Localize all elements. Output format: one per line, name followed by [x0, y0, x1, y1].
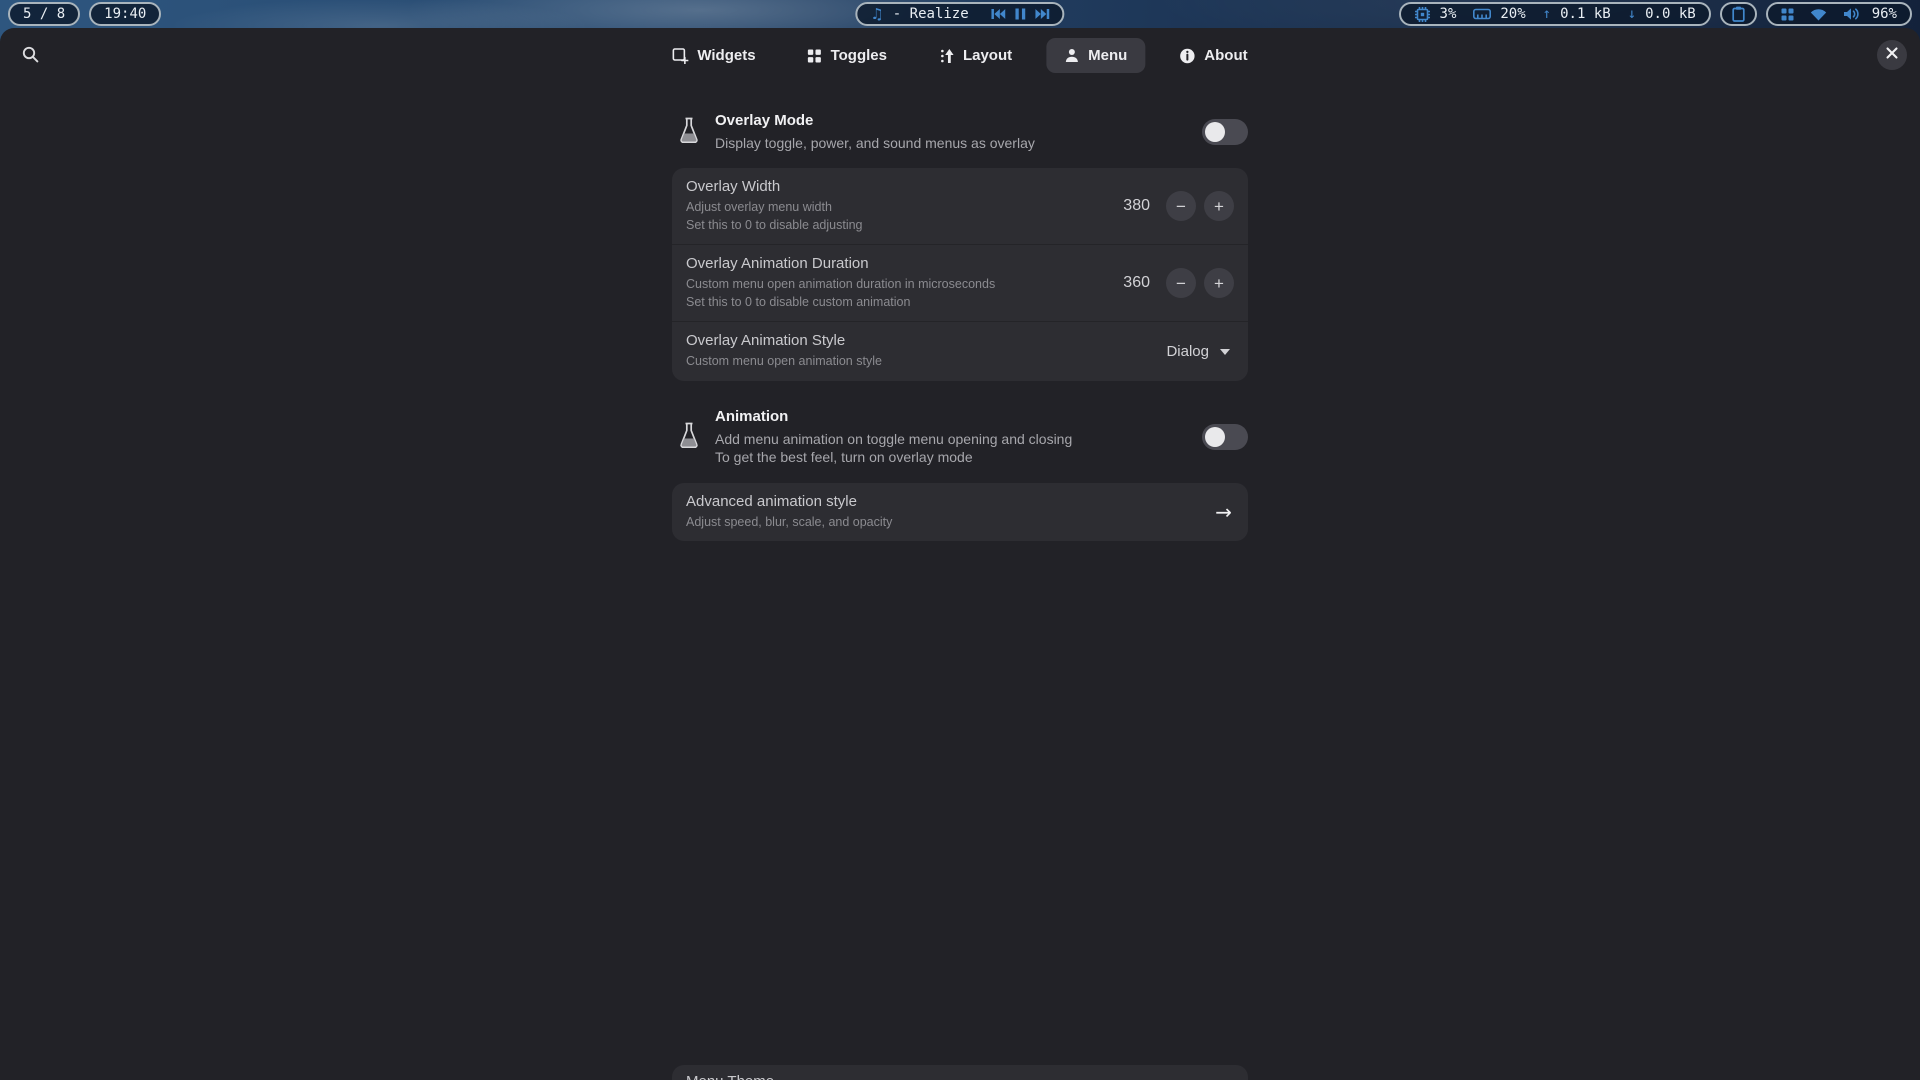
- menu-settings-page: Overlay Mode Display toggle, power, and …: [672, 112, 1248, 541]
- media-title: - Realize: [893, 6, 969, 22]
- overlay-width-title: Overlay Width: [686, 178, 1123, 195]
- overlay-style-dropdown[interactable]: Dialog: [1166, 343, 1234, 360]
- advanced-subtitle: Adjust speed, blur, scale, and opacity: [686, 514, 1215, 532]
- net-up-icon: ↑: [1543, 6, 1551, 22]
- tab-label: Layout: [963, 47, 1012, 64]
- top-bar: 5 / 8 19:40 ♫ - Realize: [0, 0, 1920, 28]
- settings-window: Widgets Toggles Layout Menu: [0, 28, 1920, 1080]
- net-down-icon: ↓: [1628, 6, 1636, 22]
- overlay-mode-subtitle: Display toggle, power, and sound menus a…: [715, 134, 1187, 152]
- overlay-width-decrement-button[interactable]: −: [1166, 191, 1196, 221]
- tab-widgets[interactable]: Widgets: [654, 38, 773, 73]
- media-previous-icon[interactable]: [992, 8, 1006, 20]
- advanced-animation-card: Advanced animation style Adjust speed, b…: [672, 483, 1248, 542]
- system-stats-widget[interactable]: 3% 20% ↑ 0.1 kB ↓ 0.0 kB: [1399, 2, 1711, 26]
- tab-label: About: [1204, 47, 1247, 64]
- advanced-animation-row[interactable]: Advanced animation style Adjust speed, b…: [672, 483, 1248, 542]
- info-icon: [1179, 48, 1195, 64]
- tab-menu[interactable]: Menu: [1046, 38, 1145, 73]
- search-button[interactable]: [17, 44, 43, 70]
- clipboard-icon: [1732, 6, 1745, 22]
- tab-label: Menu: [1088, 47, 1127, 64]
- search-icon: [22, 46, 39, 68]
- clock[interactable]: 19:40: [89, 2, 161, 26]
- overlay-duration-sub2: Set this to 0 to disable custom animatio…: [686, 294, 1123, 312]
- overlay-duration-title: Overlay Animation Duration: [686, 255, 1123, 272]
- tab-layout[interactable]: Layout: [921, 38, 1030, 73]
- memory-value: 20%: [1500, 6, 1525, 22]
- advanced-title: Advanced animation style: [686, 493, 1215, 510]
- person-icon: [1064, 48, 1079, 63]
- workspace-label: 5 / 8: [23, 6, 65, 22]
- animation-title: Animation: [715, 408, 1187, 425]
- system-tray[interactable]: 96%: [1766, 2, 1912, 26]
- overlay-animation-style-row: Overlay Animation Style Custom menu open…: [672, 322, 1248, 381]
- flask-icon: [678, 115, 700, 150]
- overlay-width-increment-button[interactable]: +: [1204, 191, 1234, 221]
- overlay-width-sub2: Set this to 0 to disable adjusting: [686, 217, 1123, 235]
- overlay-duration-increment-button[interactable]: +: [1204, 268, 1234, 298]
- battery-value: 96%: [1872, 6, 1897, 22]
- toggle-knob: [1205, 122, 1225, 142]
- tab-about[interactable]: About: [1161, 38, 1265, 73]
- window-header: Widgets Toggles Layout Menu: [0, 28, 1920, 90]
- wifi-icon[interactable]: [1810, 8, 1827, 21]
- tab-bar: Widgets Toggles Layout Menu: [654, 38, 1265, 73]
- overlay-duration-sub1: Custom menu open animation duration in m…: [686, 276, 1123, 294]
- clock-label: 19:40: [104, 6, 146, 22]
- close-icon: [1886, 46, 1898, 64]
- overlay-mode-title: Overlay Mode: [715, 112, 1187, 129]
- flask-icon: [678, 420, 700, 455]
- overlay-duration-decrement-button[interactable]: −: [1166, 268, 1196, 298]
- animation-line1: Add menu animation on toggle menu openin…: [715, 430, 1187, 448]
- animation-row: Animation Add menu animation on toggle m…: [672, 408, 1248, 467]
- close-button[interactable]: [1877, 40, 1907, 70]
- tab-label: Toggles: [831, 47, 887, 64]
- overlay-options-card: Overlay Width Adjust overlay menu width …: [672, 168, 1248, 381]
- workspace-indicator[interactable]: 5 / 8: [8, 2, 80, 26]
- apps-grid-icon[interactable]: [1781, 8, 1794, 21]
- overlay-duration-value: 360: [1123, 274, 1150, 292]
- animation-toggle[interactable]: [1202, 424, 1248, 450]
- tab-label: Widgets: [697, 47, 755, 64]
- animation-line2: To get the best feel, turn on overlay mo…: [715, 448, 1187, 466]
- media-player-widget[interactable]: ♫ - Realize: [855, 2, 1064, 26]
- memory-icon: [1473, 8, 1491, 20]
- net-down-value: 0.0 kB: [1645, 6, 1696, 22]
- music-note-icon: ♫: [870, 5, 883, 23]
- next-section-title: Menu Theme: [686, 1073, 1234, 1080]
- toggles-icon: [808, 49, 822, 63]
- overlay-mode-row: Overlay Mode Display toggle, power, and …: [672, 112, 1248, 152]
- volume-icon[interactable]: [1843, 7, 1859, 21]
- cpu-value: 3%: [1440, 6, 1457, 22]
- overlay-style-title: Overlay Animation Style: [686, 332, 1166, 349]
- overlay-width-value: 380: [1123, 197, 1150, 215]
- next-section-card-partial[interactable]: Menu Theme: [672, 1065, 1248, 1080]
- media-next-icon[interactable]: [1036, 8, 1050, 20]
- media-pause-icon[interactable]: [1016, 8, 1026, 20]
- net-up-value: 0.1 kB: [1560, 6, 1611, 22]
- overlay-animation-duration-row: Overlay Animation Duration Custom menu o…: [672, 245, 1248, 322]
- toggle-knob: [1205, 427, 1225, 447]
- overlay-width-sub1: Adjust overlay menu width: [686, 199, 1123, 217]
- tab-toggles[interactable]: Toggles: [790, 38, 905, 73]
- overlay-style-value: Dialog: [1166, 343, 1209, 360]
- widgets-icon: [672, 48, 688, 64]
- overlay-mode-toggle[interactable]: [1202, 119, 1248, 145]
- right-arrow-icon: →: [1215, 500, 1234, 524]
- overlay-style-sub: Custom menu open animation style: [686, 353, 1166, 371]
- layout-icon: [939, 48, 954, 64]
- overlay-width-row: Overlay Width Adjust overlay menu width …: [672, 168, 1248, 245]
- clipboard-widget[interactable]: [1720, 2, 1757, 26]
- chevron-down-icon: [1220, 349, 1230, 355]
- cpu-icon: [1414, 6, 1431, 23]
